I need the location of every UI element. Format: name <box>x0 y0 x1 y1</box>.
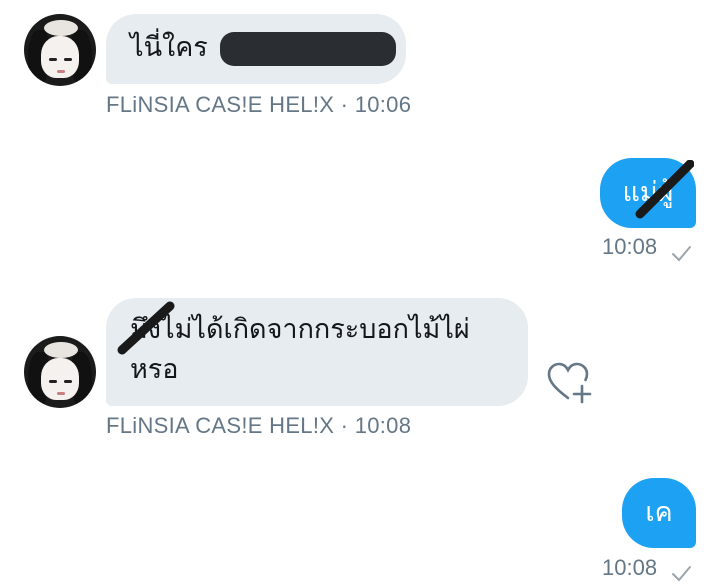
struck-word: มึง <box>130 314 161 345</box>
message-time: 10:06 <box>354 92 412 117</box>
heart-plus-icon[interactable] <box>546 362 592 404</box>
avatar-bow <box>44 342 78 358</box>
avatar-eye <box>49 380 57 383</box>
avatar-eye <box>64 380 72 383</box>
message-time: 10:08 <box>602 555 658 580</box>
message-meta: FLiNSIA CAS!E HEL!X · 10:08 <box>106 413 411 439</box>
sender-name: FLiNSIA CAS!E HEL!X <box>106 92 335 117</box>
meta-separator: · <box>340 92 355 117</box>
avatar-bow <box>44 20 78 36</box>
sender-name: FLiNSIA CAS!E HEL!X <box>106 413 335 438</box>
message-text: เค <box>645 497 673 528</box>
avatar-mouth <box>57 392 65 395</box>
message-text: หรอ <box>130 354 179 385</box>
avatar-mouth <box>57 70 65 73</box>
message-line: มึงไม่ได้เกิดจากกระบอกไม้ไผ่ <box>130 310 528 350</box>
avatar[interactable] <box>24 14 96 86</box>
message-time: 10:08 <box>602 234 658 259</box>
redaction-mark <box>220 31 397 66</box>
message-bubble[interactable]: มึงไม่ได้เกิดจากกระบอกไม้ไผ่ หรอ <box>106 298 528 406</box>
avatar-eye <box>64 58 72 61</box>
message-bubble[interactable]: เค <box>622 478 696 548</box>
message-text: ไนี่ใคร <box>130 32 208 63</box>
avatar[interactable] <box>24 336 96 408</box>
avatar-eye <box>49 58 57 61</box>
meta-separator: · <box>340 413 355 438</box>
message-meta: FLiNSIA CAS!E HEL!X · 10:06 <box>106 92 411 118</box>
check-icon <box>672 246 691 262</box>
message-text: ไม่ได้เกิดจากกระบอกไม้ไผ่ <box>160 314 470 345</box>
message-text: แม่ผู้ <box>622 177 674 208</box>
message-bubble[interactable]: ไนี่ใคร <box>106 14 406 84</box>
check-icon <box>672 566 691 582</box>
message-time: 10:08 <box>354 413 412 438</box>
message-bubble[interactable]: แม่ผู้ <box>600 158 696 228</box>
